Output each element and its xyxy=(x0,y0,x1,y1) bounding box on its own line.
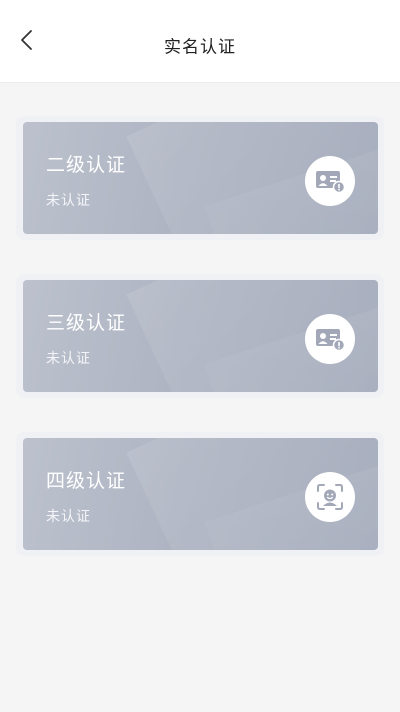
id-card-icon xyxy=(316,329,345,351)
status-text: 未认证 xyxy=(46,509,91,525)
icon-badge xyxy=(305,472,355,522)
status-text: 未认证 xyxy=(46,351,91,367)
card-title: 三级认证 xyxy=(46,312,127,334)
status-text: 未认证 xyxy=(46,193,91,209)
card-title: 四级认证 xyxy=(46,470,127,492)
verification-item-level-3: 三级认证 未认证 xyxy=(16,274,384,398)
verification-item-level-4: 四级认证 未认证 xyxy=(16,432,384,556)
face-scan-icon xyxy=(317,484,343,510)
icon-badge xyxy=(305,156,355,206)
icon-badge xyxy=(305,314,355,364)
level-4-card[interactable]: 四级认证 未认证 xyxy=(23,438,378,550)
card-title: 二级认证 xyxy=(46,154,127,176)
level-2-card[interactable]: 二级认证 未认证 xyxy=(23,122,378,234)
level-3-card[interactable]: 三级认证 未认证 xyxy=(23,280,378,392)
top-bar: 实名认证 xyxy=(0,0,400,83)
id-card-icon xyxy=(316,171,345,193)
verification-item-level-2: 二级认证 未认证 xyxy=(16,116,384,240)
page-title: 实名认证 xyxy=(164,37,236,58)
